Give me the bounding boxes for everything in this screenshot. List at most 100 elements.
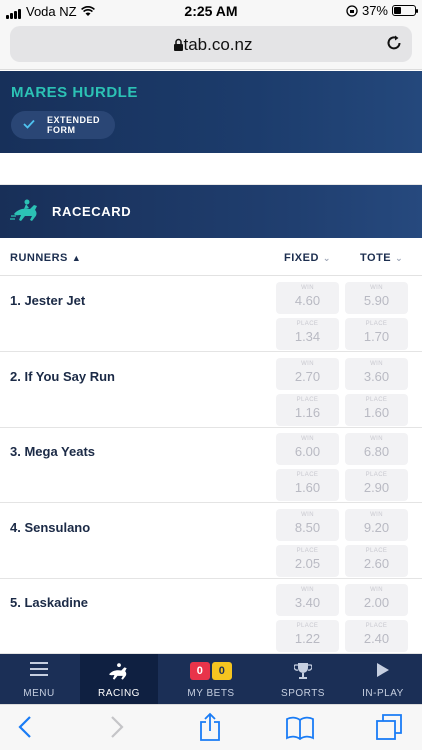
address-bar[interactable]: tab.co.nz	[10, 26, 412, 62]
tabs-icon[interactable]	[376, 714, 402, 740]
odds-type-label: PLACE	[296, 623, 319, 629]
odds-type-label: WIN	[301, 436, 314, 442]
nav-in-play-label: IN-PLAY	[362, 688, 404, 699]
fixed-place-odds-button[interactable]: PLACE 1.16	[276, 393, 339, 426]
nav-racing-label: RACING	[98, 688, 140, 699]
odds-value: 2.90	[363, 480, 390, 495]
odds-value: 2.60	[363, 555, 390, 571]
tote-odds-dropdown[interactable]: TOTE ⌄	[360, 252, 403, 264]
forward-icon[interactable]	[110, 715, 124, 739]
fixed-win-odds-button[interactable]: WIN 3.40	[276, 584, 339, 616]
fixed-place-odds-button[interactable]: PLACE 1.60	[276, 469, 339, 501]
odds-type-label: PLACE	[365, 321, 388, 327]
runners-header-label: RUNNERS	[10, 252, 68, 264]
back-icon[interactable]	[18, 715, 32, 739]
racecard-header: RACECARD	[0, 185, 422, 238]
fixed-odds-dropdown[interactable]: FIXED ⌄	[284, 252, 331, 264]
table-row: 2. If You Say Run WIN 2.70 WIN 3.60 PLACE 1.16…	[0, 352, 422, 428]
odds-value: 2.40	[363, 631, 390, 646]
share-icon[interactable]	[199, 712, 221, 742]
nav-sports[interactable]: SPORTS	[264, 654, 342, 704]
odds-type-label: WIN	[301, 587, 314, 593]
fixed-win-odds-button[interactable]: WIN 2.70	[276, 357, 339, 390]
fixed-header-label: FIXED	[284, 252, 319, 264]
odds-type-label: PLACE	[365, 396, 388, 403]
jockey-icon	[10, 199, 37, 221]
odds-type-label: WIN	[370, 436, 383, 442]
odds-type-label: WIN	[301, 285, 314, 291]
odds-value: 1.16	[294, 404, 321, 420]
fixed-place-odds-button[interactable]: PLACE 1.22	[276, 620, 339, 652]
odds-value: 9.20	[363, 519, 390, 535]
trophy-icon	[294, 663, 312, 679]
runners-sort-header[interactable]: RUNNERS ▲	[10, 252, 81, 264]
tote-win-odds-button[interactable]: WIN 6.80	[345, 433, 408, 465]
fixed-place-odds-button[interactable]: PLACE 1.34	[276, 318, 339, 350]
battery-icon	[392, 5, 418, 16]
odds-type-label: PLACE	[296, 547, 319, 554]
odds-type-label: WIN	[301, 360, 314, 367]
battery-percent: 37%	[361, 3, 388, 18]
fixed-win-odds-button[interactable]: WIN 4.60	[276, 282, 339, 314]
racecard-column-headers: RUNNERS ▲ FIXED ⌄ TOTE ⌄	[0, 238, 422, 276]
odds-value: 3.60	[363, 368, 390, 384]
tote-place-odds-button[interactable]: PLACE 2.40	[345, 620, 408, 652]
odds-value: 3.40	[294, 595, 321, 610]
app-bottom-nav: MENU RACING 00 MY BETS SPORTS IN-PLAY	[0, 654, 422, 704]
nav-in-play[interactable]: IN-PLAY	[344, 654, 422, 704]
runner-name[interactable]: 1. Jester Jet	[10, 293, 85, 308]
nav-menu[interactable]: MENU	[0, 654, 78, 704]
runner-name[interactable]: 3. Mega Yeats	[10, 444, 95, 459]
odds-value: 8.50	[294, 519, 321, 535]
odds-type-label: PLACE	[296, 472, 319, 478]
tote-win-odds-button[interactable]: WIN 9.20	[345, 508, 408, 541]
nav-racing[interactable]: RACING	[80, 654, 158, 704]
chevron-up-icon: ▲	[71, 253, 82, 263]
fixed-win-odds-button[interactable]: WIN 6.00	[276, 433, 339, 465]
odds-value: 6.80	[363, 444, 390, 459]
fixed-place-odds-button[interactable]: PLACE 2.05	[276, 544, 339, 577]
odds-type-label: PLACE	[296, 321, 319, 327]
play-icon	[377, 663, 389, 677]
tote-place-odds-button[interactable]: PLACE 2.90	[345, 469, 408, 501]
check-icon	[23, 119, 35, 129]
nav-my-bets[interactable]: 00 MY BETS	[172, 654, 250, 704]
runner-name[interactable]: 5. Laskadine	[10, 595, 88, 610]
table-row: 4. Sensulano WIN 8.50 WIN 9.20 PLACE 2.05 PLACE…	[0, 503, 422, 579]
table-row: 5. Laskadine WIN 3.40 WIN 2.00 PLACE 1.22 PLACE…	[0, 579, 422, 654]
tote-place-odds-button[interactable]: PLACE 1.60	[345, 393, 408, 426]
table-row: 3. Mega Yeats WIN 6.00 WIN 6.80 PLACE 1.60 PLAC…	[0, 428, 422, 503]
odds-type-label: PLACE	[365, 623, 388, 629]
race-header: MARES HURDLE EXTENDED FORM	[0, 71, 422, 153]
extended-form-label-line2: FORM	[47, 125, 76, 135]
nav-menu-label: MENU	[23, 688, 55, 699]
odds-type-label: PLACE	[365, 472, 388, 478]
fixed-win-odds-button[interactable]: WIN 8.50	[276, 508, 339, 541]
tote-win-odds-button[interactable]: WIN 3.60	[345, 357, 408, 390]
reload-icon[interactable]	[385, 34, 403, 52]
tote-win-odds-button[interactable]: WIN 2.00	[345, 584, 408, 616]
odds-value: 2.00	[363, 595, 390, 610]
tote-place-odds-button[interactable]: PLACE 2.60	[345, 544, 408, 577]
runner-name[interactable]: 2. If You Say Run	[10, 369, 115, 384]
tote-place-odds-button[interactable]: PLACE 1.70	[345, 318, 408, 350]
odds-type-label: WIN	[370, 587, 383, 593]
odds-value: 1.70	[363, 329, 390, 344]
race-title: MARES HURDLE	[11, 84, 138, 101]
extended-form-toggle[interactable]: EXTENDED FORM	[11, 111, 115, 139]
odds-value: 1.60	[363, 404, 390, 420]
bookmarks-icon[interactable]	[286, 716, 314, 740]
open-bets-badge: 0	[190, 662, 210, 680]
odds-value: 6.00	[294, 444, 321, 459]
chevron-down-icon: ⌄	[395, 253, 404, 263]
runner-name[interactable]: 4. Sensulano	[10, 520, 90, 535]
tote-win-odds-button[interactable]: WIN 5.90	[345, 282, 408, 314]
jockey-icon	[109, 663, 127, 680]
table-row: 1. Jester Jet WIN 4.60 WIN 5.90 PLACE 1.34 PLAC…	[0, 277, 422, 352]
orientation-lock-icon	[346, 4, 358, 17]
odds-type-label: PLACE	[365, 547, 388, 554]
odds-value: 4.60	[294, 293, 321, 308]
extended-form-label: EXTENDED FORM	[47, 115, 107, 135]
chevron-down-icon: ⌄	[322, 253, 331, 263]
nav-my-bets-label: MY BETS	[187, 688, 235, 699]
